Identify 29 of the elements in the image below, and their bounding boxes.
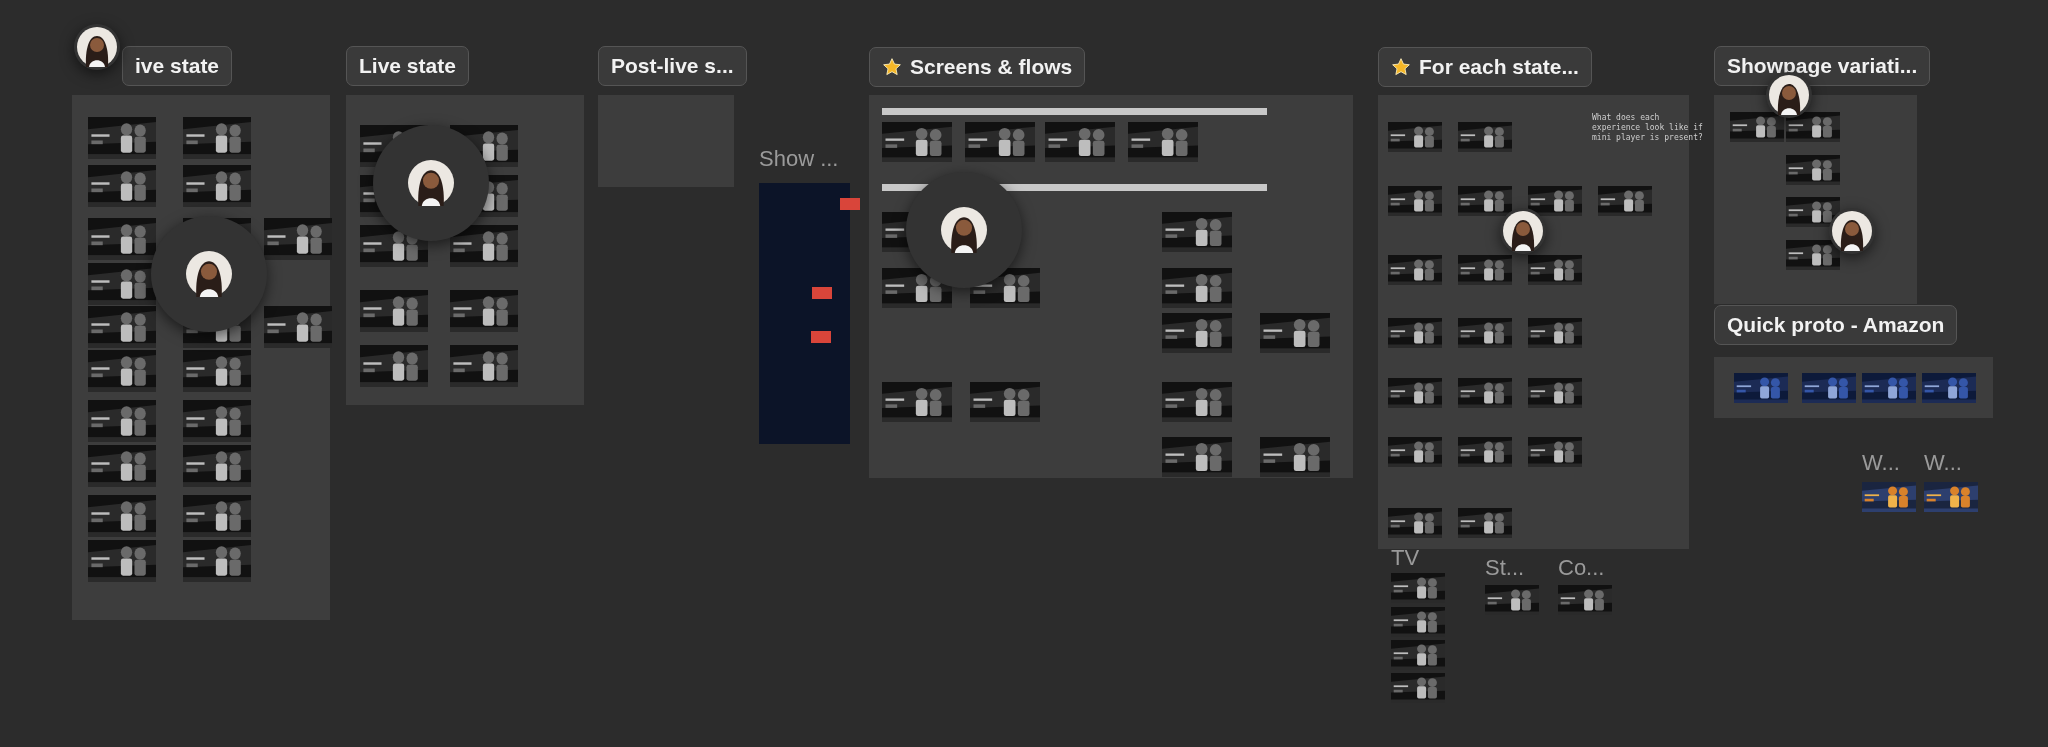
frame-label[interactable]: Showpage variati...	[1714, 46, 1931, 86]
sticky-note	[840, 198, 860, 210]
avatar	[941, 207, 987, 253]
avatar	[408, 160, 454, 206]
frame-label[interactable]: Live state	[346, 46, 469, 86]
frame-title: Screens & flows	[910, 55, 1073, 79]
frame-title: Post-live s...	[611, 54, 734, 78]
sticky-note	[812, 287, 832, 299]
frame-label[interactable]: For each state...	[1378, 47, 1592, 87]
frame-title: Quick proto - Amazon	[1727, 313, 1945, 337]
frame-title[interactable]: Co...	[1558, 555, 1605, 581]
note-text: What does each experience look like if mini player is present?	[1592, 113, 1704, 143]
frame-title[interactable]: W...	[1924, 450, 1962, 476]
frame-label[interactable]: Screens & flows	[869, 47, 1086, 87]
frame-title: Live state	[359, 54, 456, 78]
star-icon	[1391, 57, 1411, 77]
frame-title[interactable]: St...	[1485, 555, 1525, 581]
frame-label[interactable]: Post-live s...	[598, 46, 747, 86]
frame-title[interactable]: Show ...	[759, 146, 839, 172]
frame-label[interactable]: Quick proto - Amazon	[1714, 305, 1958, 345]
frame-title: Showpage variati...	[1727, 54, 1918, 78]
frame-title[interactable]: TV	[1391, 545, 1420, 571]
avatar	[186, 251, 232, 297]
frame-title: For each state...	[1419, 55, 1579, 79]
sticky-note	[811, 331, 831, 343]
star-icon	[882, 57, 902, 77]
frame-label[interactable]: ive state	[122, 46, 233, 86]
frame-title: ive state	[135, 54, 220, 78]
frame-title[interactable]: W...	[1862, 450, 1900, 476]
